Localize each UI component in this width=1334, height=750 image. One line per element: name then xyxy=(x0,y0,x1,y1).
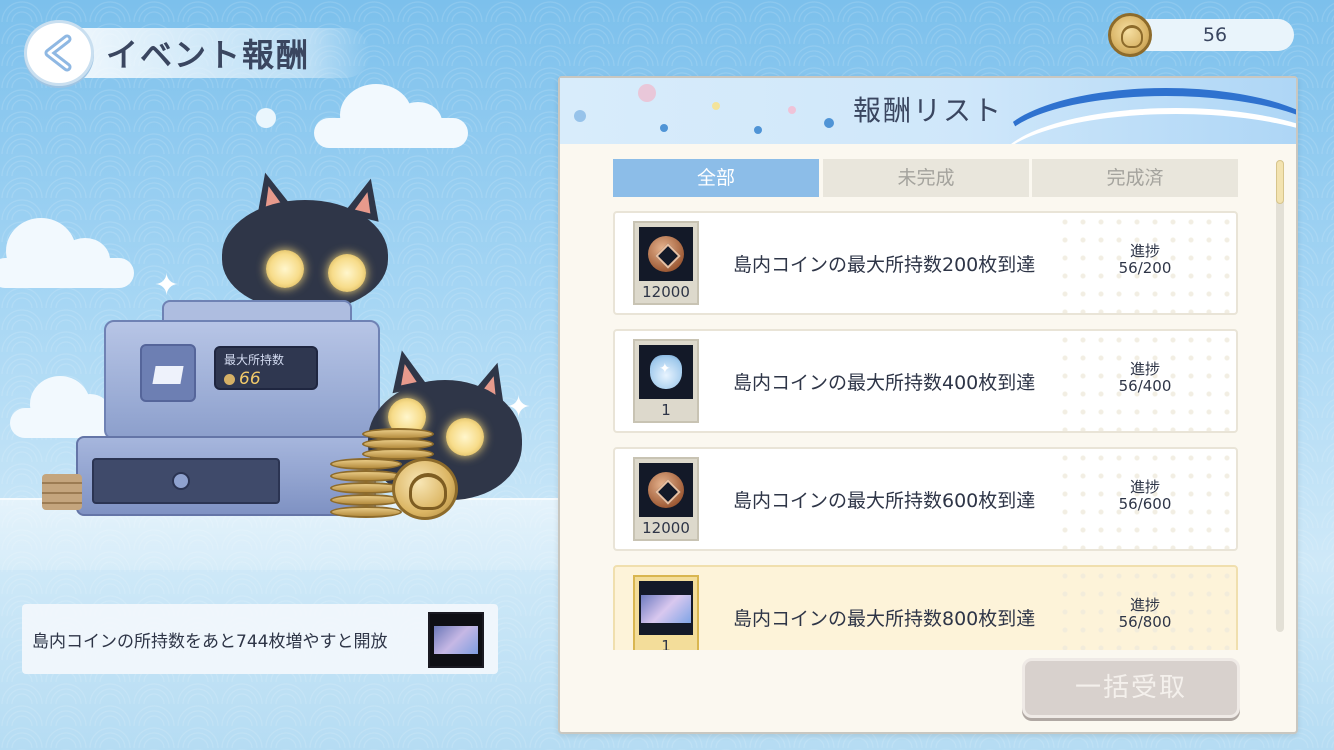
reward-row[interactable]: 1 島内コインの最大所持数400枚到達 進捗 56/400 xyxy=(613,329,1238,433)
reward-item[interactable]: 12000 xyxy=(633,221,699,305)
progress-label: 進捗 xyxy=(1129,360,1160,378)
unlock-reward-thumbnail[interactable] xyxy=(428,612,484,668)
shell-coin-icon xyxy=(1108,13,1152,57)
progress-indicator: 進捗 56/200 xyxy=(1095,243,1195,277)
progress-label: 進捗 xyxy=(1129,596,1160,614)
reward-description: 島内コインの最大所持数200枚到達 xyxy=(733,253,1036,276)
cloud xyxy=(0,218,134,288)
progress-value: 56/200 xyxy=(1118,259,1172,277)
unlock-hint: 島内コインの所持数をあと744枚増やすと開放 xyxy=(22,604,498,674)
register-display-label: 最大所持数 xyxy=(224,353,285,367)
black-cat-illustration xyxy=(222,200,388,310)
progress-value: 56/400 xyxy=(1118,377,1172,395)
reward-item[interactable]: 12000 xyxy=(633,457,699,541)
register-display: 最大所持数 66 xyxy=(214,346,318,390)
coin-icon xyxy=(648,472,684,508)
picture-icon xyxy=(641,595,691,623)
coin-stack xyxy=(330,470,402,482)
currency-value: 56 xyxy=(1202,24,1228,46)
cat-eye xyxy=(328,254,366,292)
coin-icon xyxy=(648,236,684,272)
coin-stack xyxy=(330,494,402,506)
coin-icon xyxy=(224,373,235,385)
bubble xyxy=(256,108,276,128)
reward-quantity: 12000 xyxy=(642,283,690,301)
cat-eye xyxy=(446,418,484,456)
tab-completed[interactable]: 完成済 xyxy=(1032,159,1238,197)
tab-incomplete[interactable]: 未完成 xyxy=(823,159,1029,197)
wood-block xyxy=(42,474,82,510)
reward-description: 島内コインの最大所持数800枚到達 xyxy=(733,607,1036,630)
scrollbar-thumb[interactable] xyxy=(1276,160,1284,204)
progress-value: 56/600 xyxy=(1118,495,1172,513)
register-display-value: 66 xyxy=(224,369,308,389)
reward-quantity: 1 xyxy=(661,637,671,650)
reward-list[interactable]: 12000 島内コインの最大所持数200枚到達 進捗 56/200 1 島内コイ… xyxy=(610,206,1242,650)
reward-description: 島内コインの最大所持数600枚到達 xyxy=(733,489,1036,512)
reward-row[interactable]: 12000 島内コインの最大所持数200枚到達 進捗 56/200 xyxy=(613,211,1238,315)
reward-row[interactable]: 12000 島内コインの最大所持数600枚到達 進捗 56/600 xyxy=(613,447,1238,551)
progress-indicator: 進捗 56/600 xyxy=(1095,479,1195,513)
page-title: イベント報酬 xyxy=(106,36,311,74)
pouch-icon xyxy=(650,355,682,389)
title-bar: イベント報酬 xyxy=(80,28,370,78)
drawer-knob xyxy=(172,472,190,490)
progress-indicator: 進捗 56/800 xyxy=(1095,597,1195,631)
reward-row[interactable]: 1 島内コインの最大所持数800枚到達 進捗 56/800 xyxy=(613,565,1238,650)
unlock-hint-text: 島内コインの所持数をあと744枚増やすと開放 xyxy=(32,631,388,652)
cloud xyxy=(314,84,468,148)
claim-all-button[interactable]: 一括受取 xyxy=(1022,658,1240,718)
reward-quantity: 12000 xyxy=(642,519,690,537)
coin-stack xyxy=(330,458,402,470)
reward-description: 島内コインの最大所持数400枚到達 xyxy=(733,371,1036,394)
back-button[interactable] xyxy=(24,20,94,86)
progress-indicator: 進捗 56/400 xyxy=(1095,361,1195,395)
progress-label: 進捗 xyxy=(1129,478,1160,496)
coin-stack xyxy=(330,506,402,518)
cat-eye xyxy=(266,250,304,288)
scrollbar[interactable] xyxy=(1276,160,1284,632)
reward-item[interactable]: 1 xyxy=(633,575,699,650)
reward-item[interactable]: 1 xyxy=(633,339,699,423)
sparkle-icon: ✦ xyxy=(506,390,532,425)
receipt-slot xyxy=(140,344,196,402)
progress-label: 進捗 xyxy=(1129,242,1160,260)
sparkle-icon: ✦ xyxy=(154,268,180,303)
back-arrow-icon xyxy=(44,34,72,72)
reward-quantity: 1 xyxy=(661,401,671,419)
shell-coin-icon xyxy=(392,458,458,520)
tab-all[interactable]: 全部 xyxy=(613,159,819,197)
panel-title: 報酬リスト xyxy=(852,94,1003,127)
progress-value: 56/800 xyxy=(1118,613,1172,631)
